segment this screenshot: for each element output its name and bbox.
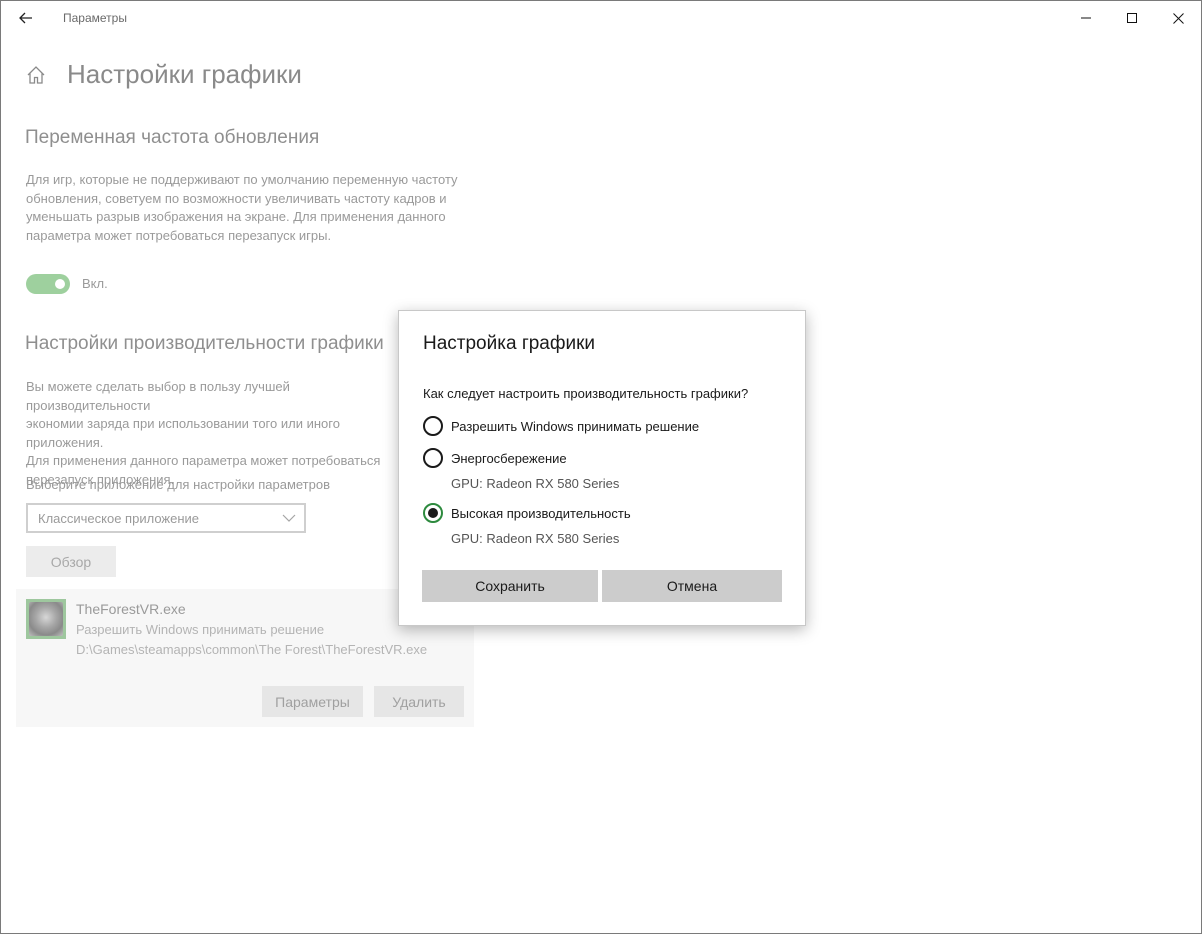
app-mode: Разрешить Windows принимать решение bbox=[76, 622, 325, 637]
radio-button[interactable] bbox=[423, 416, 443, 436]
vrr-description: Для игр, которые не поддерживают по умол… bbox=[26, 172, 458, 243]
page-title: Настройки графики bbox=[67, 59, 302, 89]
radio-option-let-windows-decide[interactable]: Разрешить Windows принимать решение bbox=[423, 415, 699, 437]
radio-button[interactable] bbox=[423, 448, 443, 468]
home-icon[interactable] bbox=[26, 65, 46, 85]
perf-description: Вы можете сделать выбор в пользу лучшей … bbox=[26, 379, 381, 487]
radio-button-selected[interactable] bbox=[423, 503, 443, 523]
app-name: TheForestVR.exe bbox=[76, 601, 186, 617]
vrr-toggle[interactable] bbox=[26, 274, 70, 294]
radio-label: Высокая производительность bbox=[451, 505, 631, 521]
app-params-button[interactable]: Параметры bbox=[262, 686, 363, 717]
vrr-section-title: Переменная частота обновления bbox=[25, 127, 320, 148]
settings-window: Параметры Настройки графики Переменная ч… bbox=[0, 0, 1202, 934]
dialog-question: Как следует настроить производительность… bbox=[423, 386, 749, 401]
radio-label: Разрешить Windows принимать решение bbox=[451, 418, 700, 434]
radio-label: Энергосбережение bbox=[451, 450, 567, 466]
app-type-dropdown[interactable]: Классическое приложение bbox=[26, 503, 306, 533]
app-icon bbox=[26, 599, 66, 639]
toggle-knob bbox=[55, 279, 65, 289]
browse-button[interactable]: Обзор bbox=[26, 546, 116, 577]
graphics-preference-dialog: Настройка графики Как следует настроить … bbox=[398, 310, 806, 626]
perf-section-title: Настройки производительности графики bbox=[25, 333, 384, 354]
radio-option-power-saving[interactable]: Энергосбережение bbox=[423, 447, 567, 469]
high-performance-gpu: GPU: Radeon RX 580 Series bbox=[451, 531, 620, 546]
app-icon-image bbox=[29, 602, 63, 636]
app-path: D:\Games\steamapps\common\The Forest\The… bbox=[76, 642, 428, 657]
dialog-title: Настройка графики bbox=[423, 333, 596, 354]
chevron-down-icon bbox=[282, 514, 296, 522]
cancel-button[interactable]: Отмена bbox=[602, 570, 782, 602]
app-select-label: Выберите приложение для настройки параме… bbox=[26, 477, 330, 492]
save-button[interactable]: Сохранить bbox=[422, 570, 598, 602]
radio-option-high-performance[interactable]: Высокая производительность bbox=[423, 502, 631, 524]
app-delete-button[interactable]: Удалить bbox=[374, 686, 464, 717]
vrr-toggle-label: Вкл. bbox=[82, 276, 108, 291]
dropdown-value: Классическое приложение bbox=[38, 511, 200, 526]
power-saving-gpu: GPU: Radeon RX 580 Series bbox=[451, 476, 620, 491]
